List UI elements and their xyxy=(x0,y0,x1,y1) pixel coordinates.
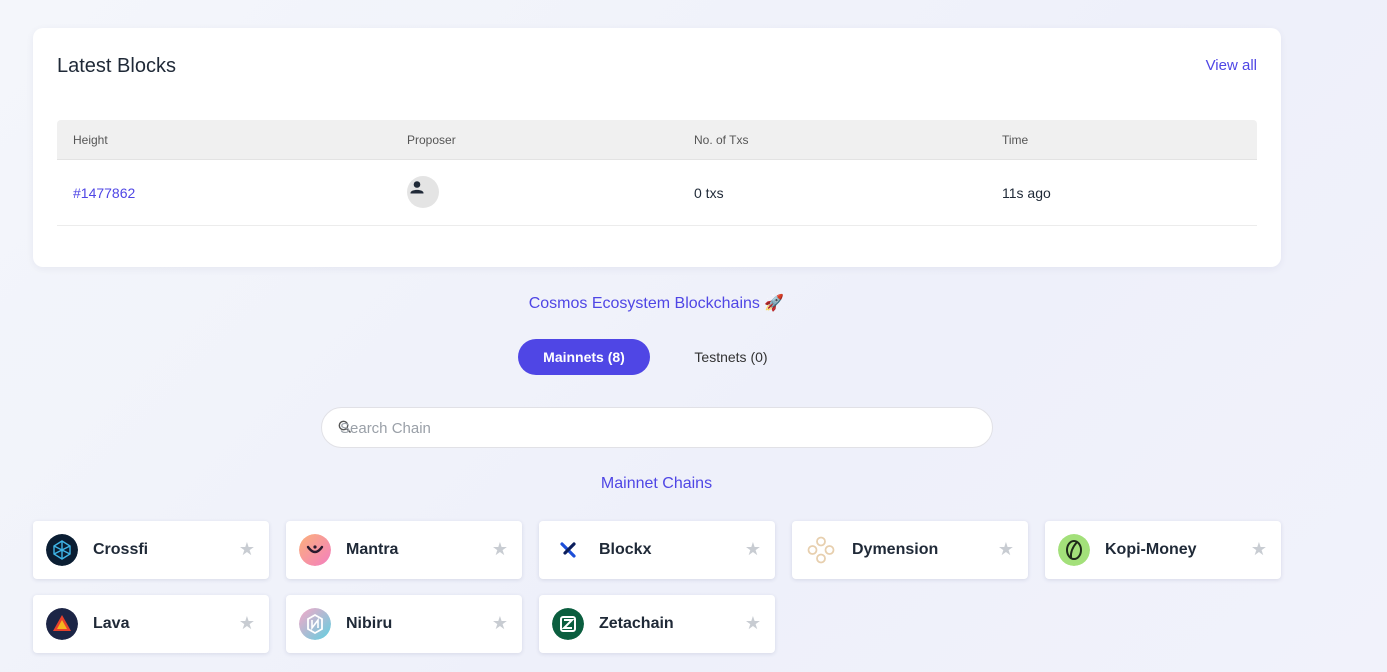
chain-card-blockx[interactable]: Blockx ★ xyxy=(539,521,775,579)
user-icon xyxy=(410,181,424,194)
table-header: Height Proposer No. of Txs Time xyxy=(57,120,1257,160)
chain-name: Nibiru xyxy=(346,615,393,632)
chain-name: Dymension xyxy=(852,541,939,558)
chain-card-kopi-money[interactable]: Kopi-Money ★ xyxy=(1045,521,1281,579)
chain-name: Blockx xyxy=(599,541,652,558)
mainnet-chains-title: Mainnet Chains xyxy=(600,475,713,492)
mantra-logo-icon xyxy=(299,534,331,566)
latest-blocks-card: Latest Blocks View all Height Proposer N… xyxy=(33,28,1281,267)
favorite-star-icon[interactable]: ★ xyxy=(745,614,761,632)
blocks-table: Height Proposer No. of Txs Time #1477862… xyxy=(57,120,1257,226)
favorite-star-icon[interactable]: ★ xyxy=(239,540,255,558)
column-header-txs: No. of Txs xyxy=(694,133,749,147)
chain-card-mantra[interactable]: Mantra ★ xyxy=(286,521,522,579)
block-time: 11s ago xyxy=(1002,185,1051,201)
dymension-logo-icon xyxy=(807,536,835,564)
chain-name: Lava xyxy=(93,615,130,632)
favorite-star-icon[interactable]: ★ xyxy=(492,614,508,632)
search-box xyxy=(321,407,993,448)
table-row: #1477862 0 txs 11s ago xyxy=(57,160,1257,226)
tx-count: 0 txs xyxy=(694,185,724,201)
chain-name: Zetachain xyxy=(599,615,674,632)
chain-card-crossfi[interactable]: Crossfi ★ xyxy=(33,521,269,579)
chain-name: Crossfi xyxy=(93,541,149,558)
column-header-height: Height xyxy=(73,133,108,147)
favorite-star-icon[interactable]: ★ xyxy=(998,540,1014,558)
chain-card-dymension[interactable]: Dymension ★ xyxy=(792,521,1028,579)
column-header-proposer: Proposer xyxy=(407,133,456,147)
chain-name: Mantra xyxy=(346,541,399,558)
search-input[interactable] xyxy=(340,416,980,440)
tab-mainnets[interactable]: Mainnets (8) xyxy=(518,339,650,375)
column-header-time: Time xyxy=(1002,133,1029,147)
crossfi-logo-icon xyxy=(46,534,78,566)
card-title: Latest Blocks xyxy=(57,55,176,77)
blockx-logo-icon xyxy=(552,534,584,566)
favorite-star-icon[interactable]: ★ xyxy=(239,614,255,632)
block-height-link[interactable]: #1477862 xyxy=(73,185,135,201)
chain-card-zetachain[interactable]: Zetachain ★ xyxy=(539,595,775,653)
ecosystem-title: Cosmos Ecosystem Blockchains 🚀 xyxy=(528,295,785,312)
tab-testnets[interactable]: Testnets (0) xyxy=(668,339,794,375)
nibiru-logo-icon xyxy=(299,608,331,640)
chain-card-nibiru[interactable]: Nibiru ★ xyxy=(286,595,522,653)
favorite-star-icon[interactable]: ★ xyxy=(1251,540,1267,558)
kopi-money-logo-icon xyxy=(1058,534,1090,566)
view-all-link[interactable]: View all xyxy=(1206,57,1257,74)
proposer-avatar[interactable] xyxy=(407,176,439,208)
favorite-star-icon[interactable]: ★ xyxy=(745,540,761,558)
chain-card-lava[interactable]: Lava ★ xyxy=(33,595,269,653)
lava-logo-icon xyxy=(46,608,78,640)
zetachain-logo-icon xyxy=(552,608,584,640)
favorite-star-icon[interactable]: ★ xyxy=(492,540,508,558)
chain-name: Kopi-Money xyxy=(1105,541,1197,558)
